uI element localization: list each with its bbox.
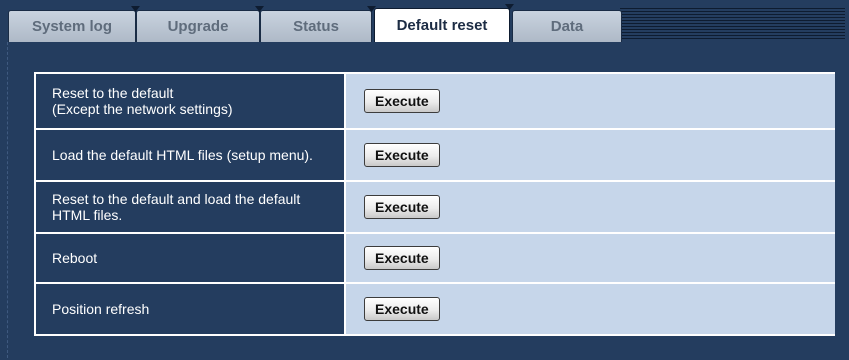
tab-status[interactable]: Status bbox=[260, 6, 376, 42]
row-label-text: Reboot bbox=[52, 250, 98, 266]
tab-bar: System log Upgrade Status Default reset … bbox=[0, 0, 849, 42]
row-label-text: Reset to the default (Except the network… bbox=[52, 85, 233, 117]
row-action: Execute bbox=[346, 234, 835, 282]
row-label: Reset to the default (Except the network… bbox=[36, 74, 346, 128]
tab-label: System log bbox=[31, 18, 113, 35]
tab-upgrade[interactable]: Upgrade bbox=[136, 6, 264, 42]
tab-notch bbox=[505, 4, 514, 10]
tab-bar-stripes bbox=[620, 8, 845, 40]
row-label: Reboot bbox=[36, 234, 346, 282]
tab-system-log[interactable]: System log bbox=[8, 6, 140, 42]
tab-data[interactable]: Data bbox=[512, 10, 622, 42]
setup-window: System log Upgrade Status Default reset … bbox=[0, 0, 849, 360]
content-panel: Reset to the default (Except the network… bbox=[7, 42, 843, 358]
row-label-text: Load the default HTML files (setup menu)… bbox=[52, 147, 313, 163]
tab-label: Default reset bbox=[396, 17, 488, 34]
row-reboot: Reboot Execute bbox=[36, 234, 835, 284]
reset-options-table: Reset to the default (Except the network… bbox=[34, 72, 835, 336]
tab-label: Data bbox=[550, 18, 584, 35]
row-label: Reset to the default and load the defaul… bbox=[36, 182, 346, 232]
tab-label: Status bbox=[293, 18, 339, 35]
row-reset-default: Reset to the default (Except the network… bbox=[36, 74, 835, 130]
execute-reboot-button[interactable]: Execute bbox=[364, 246, 440, 270]
execute-reset-default-button[interactable]: Execute bbox=[364, 89, 440, 113]
row-action: Execute bbox=[346, 284, 835, 334]
execute-position-refresh-button[interactable]: Execute bbox=[364, 297, 440, 321]
row-action: Execute bbox=[346, 182, 835, 232]
tab-label: Upgrade bbox=[167, 18, 229, 35]
execute-reset-and-load-button[interactable]: Execute bbox=[364, 195, 440, 219]
row-action: Execute bbox=[346, 130, 835, 180]
row-label-text: Position refresh bbox=[52, 301, 150, 317]
tab-default-reset[interactable]: Default reset bbox=[374, 4, 514, 42]
row-load-html: Load the default HTML files (setup menu)… bbox=[36, 130, 835, 182]
row-position-refresh: Position refresh Execute bbox=[36, 284, 835, 336]
row-action: Execute bbox=[346, 74, 835, 128]
row-reset-and-load-html: Reset to the default and load the defaul… bbox=[36, 182, 835, 234]
row-label: Position refresh bbox=[36, 284, 346, 334]
execute-load-html-button[interactable]: Execute bbox=[364, 143, 440, 167]
row-label: Load the default HTML files (setup menu)… bbox=[36, 130, 346, 180]
row-label-text: Reset to the default and load the defaul… bbox=[52, 191, 301, 223]
